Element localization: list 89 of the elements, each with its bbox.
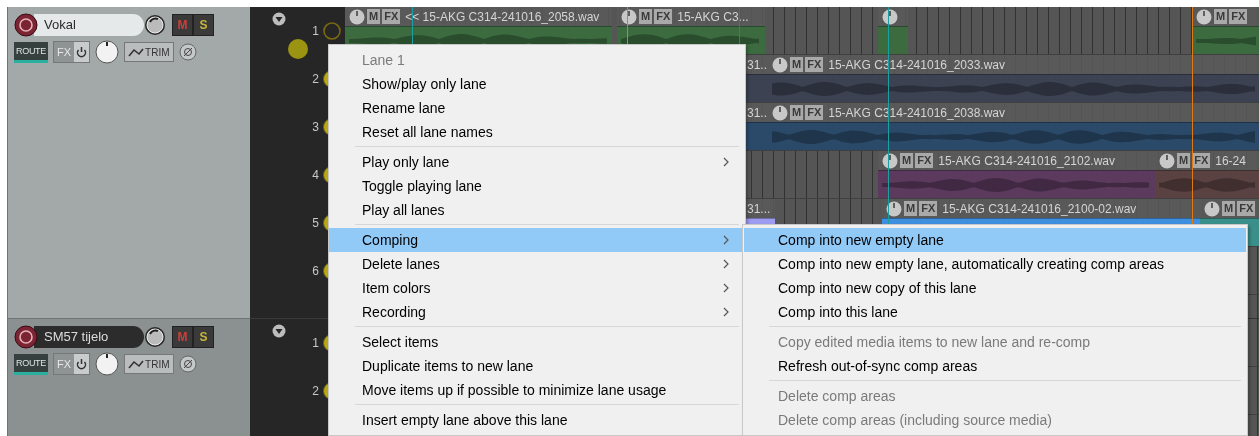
route-button[interactable]: ROUTE (14, 41, 48, 63)
route-button[interactable]: ROUTE (14, 353, 48, 375)
item-fx-button[interactable]: FX (1237, 201, 1256, 216)
item-volume-knob-icon[interactable] (772, 56, 788, 73)
power-icon[interactable] (74, 354, 90, 374)
record-arm-button[interactable] (14, 13, 38, 37)
lane-number: 6 (312, 264, 319, 278)
envelope-icon (128, 47, 145, 57)
item-mute-button[interactable]: M (367, 9, 381, 24)
trim-button[interactable]: TRIM (124, 42, 174, 62)
trim-button[interactable]: TRIM (124, 354, 174, 374)
volume-knob-icon[interactable] (144, 326, 166, 348)
item-mute-button[interactable]: M (790, 105, 804, 120)
item-fx-button[interactable]: FX (805, 105, 824, 120)
menu-item[interactable]: Show/play only lane (329, 72, 742, 96)
menu-item[interactable]: Refresh out-of-sync comp areas (744, 354, 1246, 378)
chevron-right-icon (722, 306, 730, 318)
item-fx-button[interactable]: FX (654, 9, 673, 24)
menu-item[interactable]: Comp into new empty lane, automatically creating comp areas (744, 252, 1246, 276)
menu-item[interactable]: Insert empty lane above this lane (329, 408, 742, 432)
item-title: 31... (747, 201, 771, 216)
item-title: 31... (747, 105, 768, 120)
power-icon[interactable] (74, 42, 90, 62)
solo-button[interactable]: S (193, 14, 214, 36)
menu-item[interactable]: Play all lanes (329, 198, 742, 222)
item-volume-knob-icon[interactable] (882, 152, 898, 169)
solo-button[interactable]: S (193, 326, 214, 348)
menu-item[interactable]: Comping (329, 228, 742, 252)
menu-item[interactable]: Rename lane (329, 96, 742, 120)
menu-item[interactable]: Recording (329, 300, 742, 324)
item-fx-button[interactable]: FX (805, 57, 824, 72)
collapse-icon[interactable] (272, 12, 286, 26)
item-fx-button[interactable]: FX (919, 201, 938, 216)
menu-item[interactable]: Delete lanes (329, 252, 742, 276)
volume-knob-icon[interactable] (144, 14, 166, 36)
item-mute-button[interactable]: M (904, 201, 918, 216)
menu-item[interactable]: Toggle playing lane (329, 174, 742, 198)
item-mute-button[interactable]: M (900, 153, 914, 168)
chevron-right-icon (722, 156, 730, 168)
menu-item[interactable]: Comp into this lane (744, 300, 1246, 324)
menu-item[interactable]: Play only lane (329, 150, 742, 174)
chevron-right-icon (722, 258, 730, 270)
item-title: 16-24 (1215, 153, 1246, 168)
collapse-icon[interactable] (272, 324, 286, 338)
item-volume-knob-icon[interactable] (1204, 200, 1220, 217)
menu-item[interactable]: Move items up if possible to minimize lane usage (329, 378, 742, 402)
lane-number: 1 (312, 336, 319, 350)
menu-item[interactable]: Duplicate items to new lane (329, 354, 742, 378)
item-volume-knob-icon[interactable] (772, 104, 788, 121)
record-arm-button[interactable] (14, 325, 38, 349)
phase-invert-icon[interactable] (178, 43, 197, 61)
lane-number: 3 (312, 120, 319, 134)
lane-number: 4 (312, 168, 319, 182)
item-fx-button[interactable]: FX (1229, 9, 1248, 24)
item-mute-button[interactable]: M (1214, 9, 1228, 24)
phase-invert-icon[interactable] (178, 355, 197, 373)
item-volume-knob-icon[interactable] (349, 8, 365, 25)
menu-item[interactable]: Item colors (329, 276, 742, 300)
item-mute-button[interactable]: M (639, 9, 653, 24)
chevron-right-icon (722, 282, 730, 294)
pan-knob-icon[interactable] (95, 352, 120, 376)
menu-item[interactable]: Reset all lane names (329, 120, 742, 144)
item-volume-knob-icon[interactable] (886, 200, 902, 217)
item-fx-button[interactable]: FX (915, 153, 934, 168)
track-name-field[interactable]: SM57 tijelo (34, 326, 144, 348)
lane-number: 5 (312, 216, 319, 230)
item-title: 31... (747, 57, 768, 72)
lane-number: 2 (312, 384, 319, 398)
pan-knob-icon[interactable] (95, 40, 120, 64)
item-title: 15-AKG C314-241016_2102.wav (938, 153, 1116, 168)
menu-item[interactable]: Comp into new empty lane (744, 228, 1246, 252)
marker-dot-icon (288, 39, 308, 59)
item-mute-button[interactable]: M (790, 57, 804, 72)
item-title: 15-AKG C314-241016_2100-02.wav (942, 201, 1137, 216)
item-fx-button[interactable]: FX (382, 9, 401, 24)
track-name-field[interactable]: Vokal (34, 14, 144, 36)
lane-play-indicator[interactable] (322, 21, 342, 41)
item-volume-knob-icon[interactable] (1196, 8, 1212, 25)
menu-item[interactable]: Select items (329, 330, 742, 354)
lane-number: 1 (312, 24, 319, 38)
item-mute-button[interactable]: M (1177, 153, 1191, 168)
menu-item[interactable]: Comp into new copy of this lane (744, 276, 1246, 300)
item-volume-knob-icon[interactable] (621, 8, 637, 25)
lane-number: 2 (312, 72, 319, 86)
item-volume-knob-icon[interactable] (882, 8, 898, 25)
chevron-right-icon (722, 234, 730, 246)
item-mute-button[interactable]: M (1222, 201, 1236, 216)
envelope-icon (128, 359, 145, 369)
item-volume-knob-icon[interactable] (1159, 152, 1175, 169)
